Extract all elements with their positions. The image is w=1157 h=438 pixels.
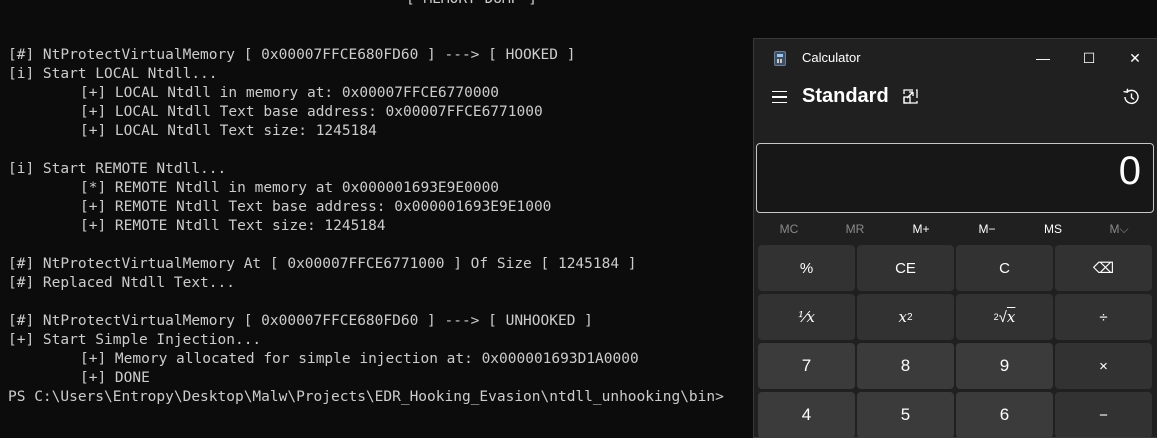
reciprocal-button[interactable]: ⅟x <box>758 294 855 340</box>
backspace-icon: ⌫ <box>1092 260 1115 277</box>
reciprocal-label: ⅟x <box>798 308 815 326</box>
history-icon[interactable] <box>1120 86 1142 108</box>
backspace-button[interactable]: ⌫ <box>1055 245 1152 291</box>
terminal-line: [#] NtProtectVirtualMemory [ 0x00007FFCE… <box>8 313 593 329</box>
square-root-button[interactable]: 2 √ x <box>956 294 1053 340</box>
terminal-line: [+] REMOTE Ntdll Text base address: 0x00… <box>80 199 552 215</box>
square-button[interactable]: x2 <box>857 294 954 340</box>
digit-4-button[interactable]: 4 <box>758 392 855 437</box>
memory-add-button[interactable]: M+ <box>888 217 954 241</box>
root-sign: √ <box>998 308 1007 326</box>
result-display: 0 <box>756 143 1154 213</box>
keep-on-top-icon[interactable] <box>900 86 922 108</box>
terminal-line: [+] LOCAL Ntdll in memory at: 0x00007FFC… <box>80 85 500 101</box>
terminal-line: [+] LOCAL Ntdll Text size: 1245184 <box>80 123 377 139</box>
terminal-line: [+] DONE <box>80 370 150 386</box>
calculator-header: Standard <box>754 77 1157 121</box>
terminal-line: [*] REMOTE Ntdll in memory at 0x00000169… <box>80 180 500 196</box>
menu-icon[interactable] <box>768 86 790 108</box>
app-title: Calculator <box>802 50 861 65</box>
divide-button[interactable]: ÷ <box>1055 294 1152 340</box>
square-base: x <box>898 308 907 326</box>
percent-button[interactable]: % <box>758 245 855 291</box>
memory-subtract-button[interactable]: M− <box>954 217 1020 241</box>
square-exponent: 2 <box>906 311 913 323</box>
terminal-line: [#] NtProtectVirtualMemory [ 0x00007FFCE… <box>8 47 576 63</box>
digit-7-button[interactable]: 7 <box>758 343 855 389</box>
mode-title: Standard <box>802 85 889 107</box>
terminal-prompt[interactable]: PS C:\Users\Entropy\Desktop\Malw\Project… <box>8 388 724 407</box>
maximize-button[interactable]: ☐ <box>1066 39 1112 77</box>
terminal-line: [i] Start LOCAL Ntdll... <box>8 66 218 82</box>
terminal-line: [+] REMOTE Ntdll Text size: 1245184 <box>80 218 386 234</box>
memory-list-button[interactable]: M⌵ <box>1086 217 1152 241</box>
calculator-app-icon <box>774 51 786 66</box>
memory-store-button[interactable]: MS <box>1020 217 1086 241</box>
digit-9-button[interactable]: 9 <box>956 343 1053 389</box>
terminal-line: [#] NtProtectVirtualMemory At [ 0x00007F… <box>8 256 637 272</box>
display-value: 0 <box>1118 149 1141 193</box>
digit-6-button[interactable]: 6 <box>956 392 1053 437</box>
minimize-button[interactable]: — <box>1020 39 1066 77</box>
terminal-title: [ MEMORY DUMP ] <box>406 0 537 9</box>
digit-5-button[interactable]: 5 <box>857 392 954 437</box>
multiply-button[interactable]: × <box>1055 343 1152 389</box>
digit-8-button[interactable]: 8 <box>857 343 954 389</box>
clear-button[interactable]: C <box>956 245 1053 291</box>
memory-recall-button[interactable]: MR <box>822 217 888 241</box>
root-radicand: x <box>1006 308 1016 326</box>
memory-clear-button[interactable]: MC <box>756 217 822 241</box>
memory-row: MC MR M+ M− MS M⌵ <box>754 217 1157 241</box>
calculator-titlebar[interactable]: Calculator — ☐ ✕ <box>754 39 1157 77</box>
close-button[interactable]: ✕ <box>1112 39 1157 77</box>
minus-button[interactable]: − <box>1055 392 1152 437</box>
terminal-line: [+] Memory allocated for simple injectio… <box>80 351 639 367</box>
calculator-window: Calculator — ☐ ✕ Standard 0 MC MR M+ M− … <box>753 38 1157 438</box>
terminal-line: [#] Replaced Ntdll Text... <box>8 275 235 291</box>
terminal-line: [+] Start Simple Injection... <box>8 332 262 348</box>
terminal-line: [i] Start REMOTE Ntdll... <box>8 161 227 177</box>
terminal-line: [+] LOCAL Ntdll Text base address: 0x000… <box>80 104 543 120</box>
clear-entry-button[interactable]: CE <box>857 245 954 291</box>
